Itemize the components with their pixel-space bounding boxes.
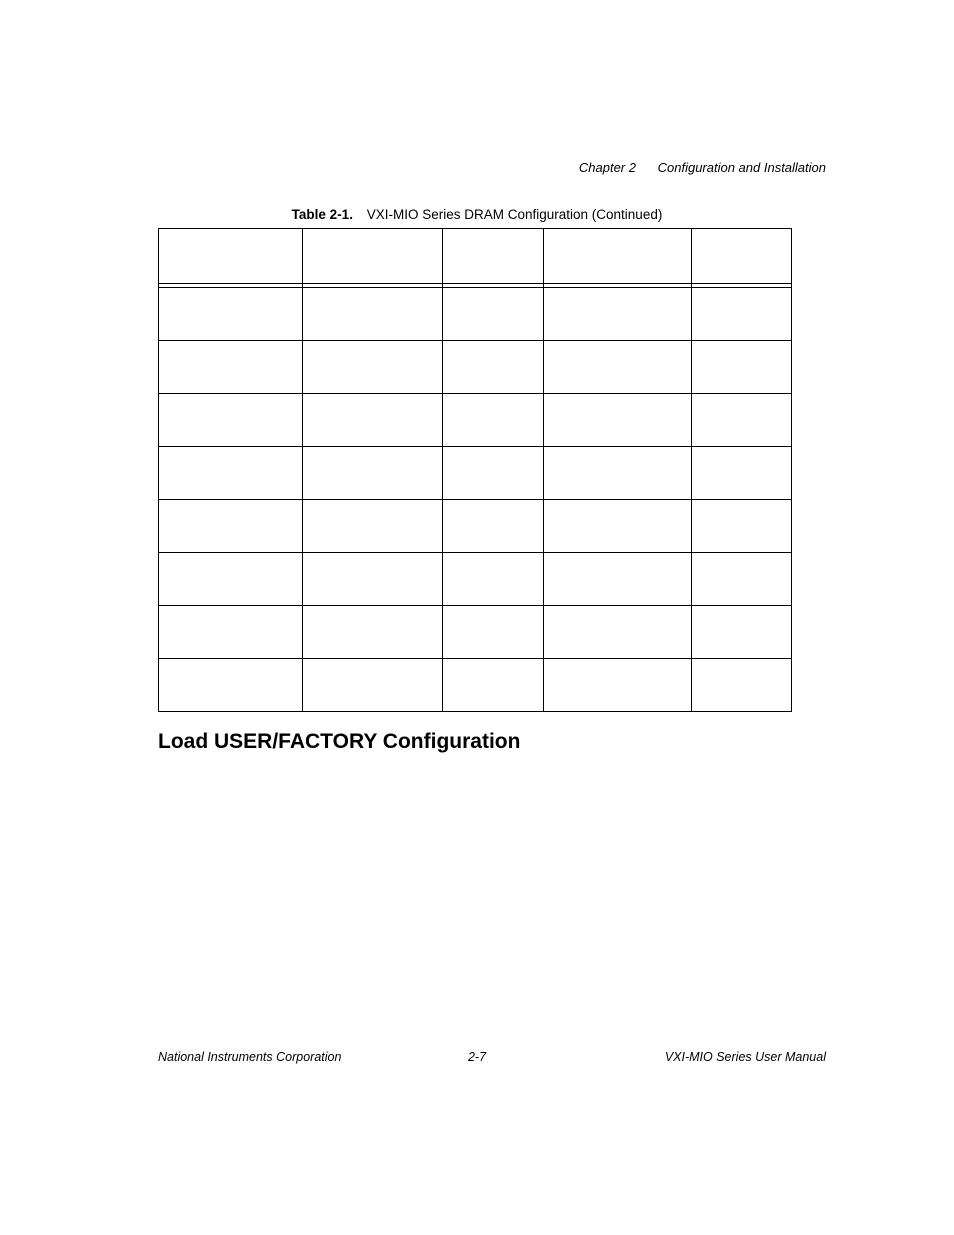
table-wrap (158, 228, 792, 712)
table-header-cell (159, 229, 303, 284)
table-row (159, 447, 792, 500)
table-cell (443, 606, 543, 659)
table-cell (303, 341, 443, 394)
table-row (159, 394, 792, 447)
table-header-cell (543, 229, 691, 284)
table-cell (303, 288, 443, 341)
table-cell (443, 659, 543, 712)
table-cell (159, 288, 303, 341)
table-header-cell (443, 229, 543, 284)
table-cell (303, 394, 443, 447)
table-cell (543, 553, 691, 606)
table-cell (159, 500, 303, 553)
section-heading: Load USER/FACTORY Configuration (158, 730, 520, 754)
table-cell (691, 606, 791, 659)
table-cell (443, 341, 543, 394)
table-caption: Table 2-1. VXI-MIO Series DRAM Configura… (0, 207, 954, 222)
table-row (159, 288, 792, 341)
table-cell (159, 341, 303, 394)
table-cell (543, 447, 691, 500)
table-row (159, 500, 792, 553)
table-cell (443, 288, 543, 341)
table-cell (691, 341, 791, 394)
table-cell (443, 394, 543, 447)
table-cell (443, 553, 543, 606)
table-caption-label: Table 2-1. (292, 207, 353, 222)
table-row (159, 659, 792, 712)
table-header-cell (303, 229, 443, 284)
table-cell (691, 447, 791, 500)
dram-config-table (158, 228, 792, 712)
table-header-row (159, 229, 792, 284)
table-cell (443, 500, 543, 553)
table-cell (159, 659, 303, 712)
page: Chapter 2 Configuration and Installation… (0, 0, 954, 1235)
table-cell (543, 500, 691, 553)
table-cell (303, 500, 443, 553)
table-cell (303, 659, 443, 712)
table-row (159, 341, 792, 394)
table-row (159, 553, 792, 606)
table-cell (443, 447, 543, 500)
table-cell (691, 288, 791, 341)
table-cell (543, 341, 691, 394)
running-head-title: Configuration and Installation (658, 160, 826, 175)
table-cell (159, 553, 303, 606)
footer-right: VXI-MIO Series User Manual (665, 1050, 826, 1064)
table-cell (159, 447, 303, 500)
running-head: Chapter 2 Configuration and Installation (579, 160, 826, 175)
table-cell (543, 394, 691, 447)
table-cell (543, 288, 691, 341)
table-cell (691, 500, 791, 553)
table-cell (691, 553, 791, 606)
running-head-chapter: Chapter 2 (579, 160, 636, 175)
table-cell (159, 606, 303, 659)
table-header-cell (691, 229, 791, 284)
table-cell (303, 447, 443, 500)
table-cell (303, 606, 443, 659)
table-cell (691, 394, 791, 447)
table-cell (543, 659, 691, 712)
table-cell (303, 553, 443, 606)
table-cell (691, 659, 791, 712)
table-row (159, 606, 792, 659)
table-cell (543, 606, 691, 659)
table-caption-text: VXI-MIO Series DRAM Configuration (Conti… (367, 207, 663, 222)
table-cell (159, 394, 303, 447)
